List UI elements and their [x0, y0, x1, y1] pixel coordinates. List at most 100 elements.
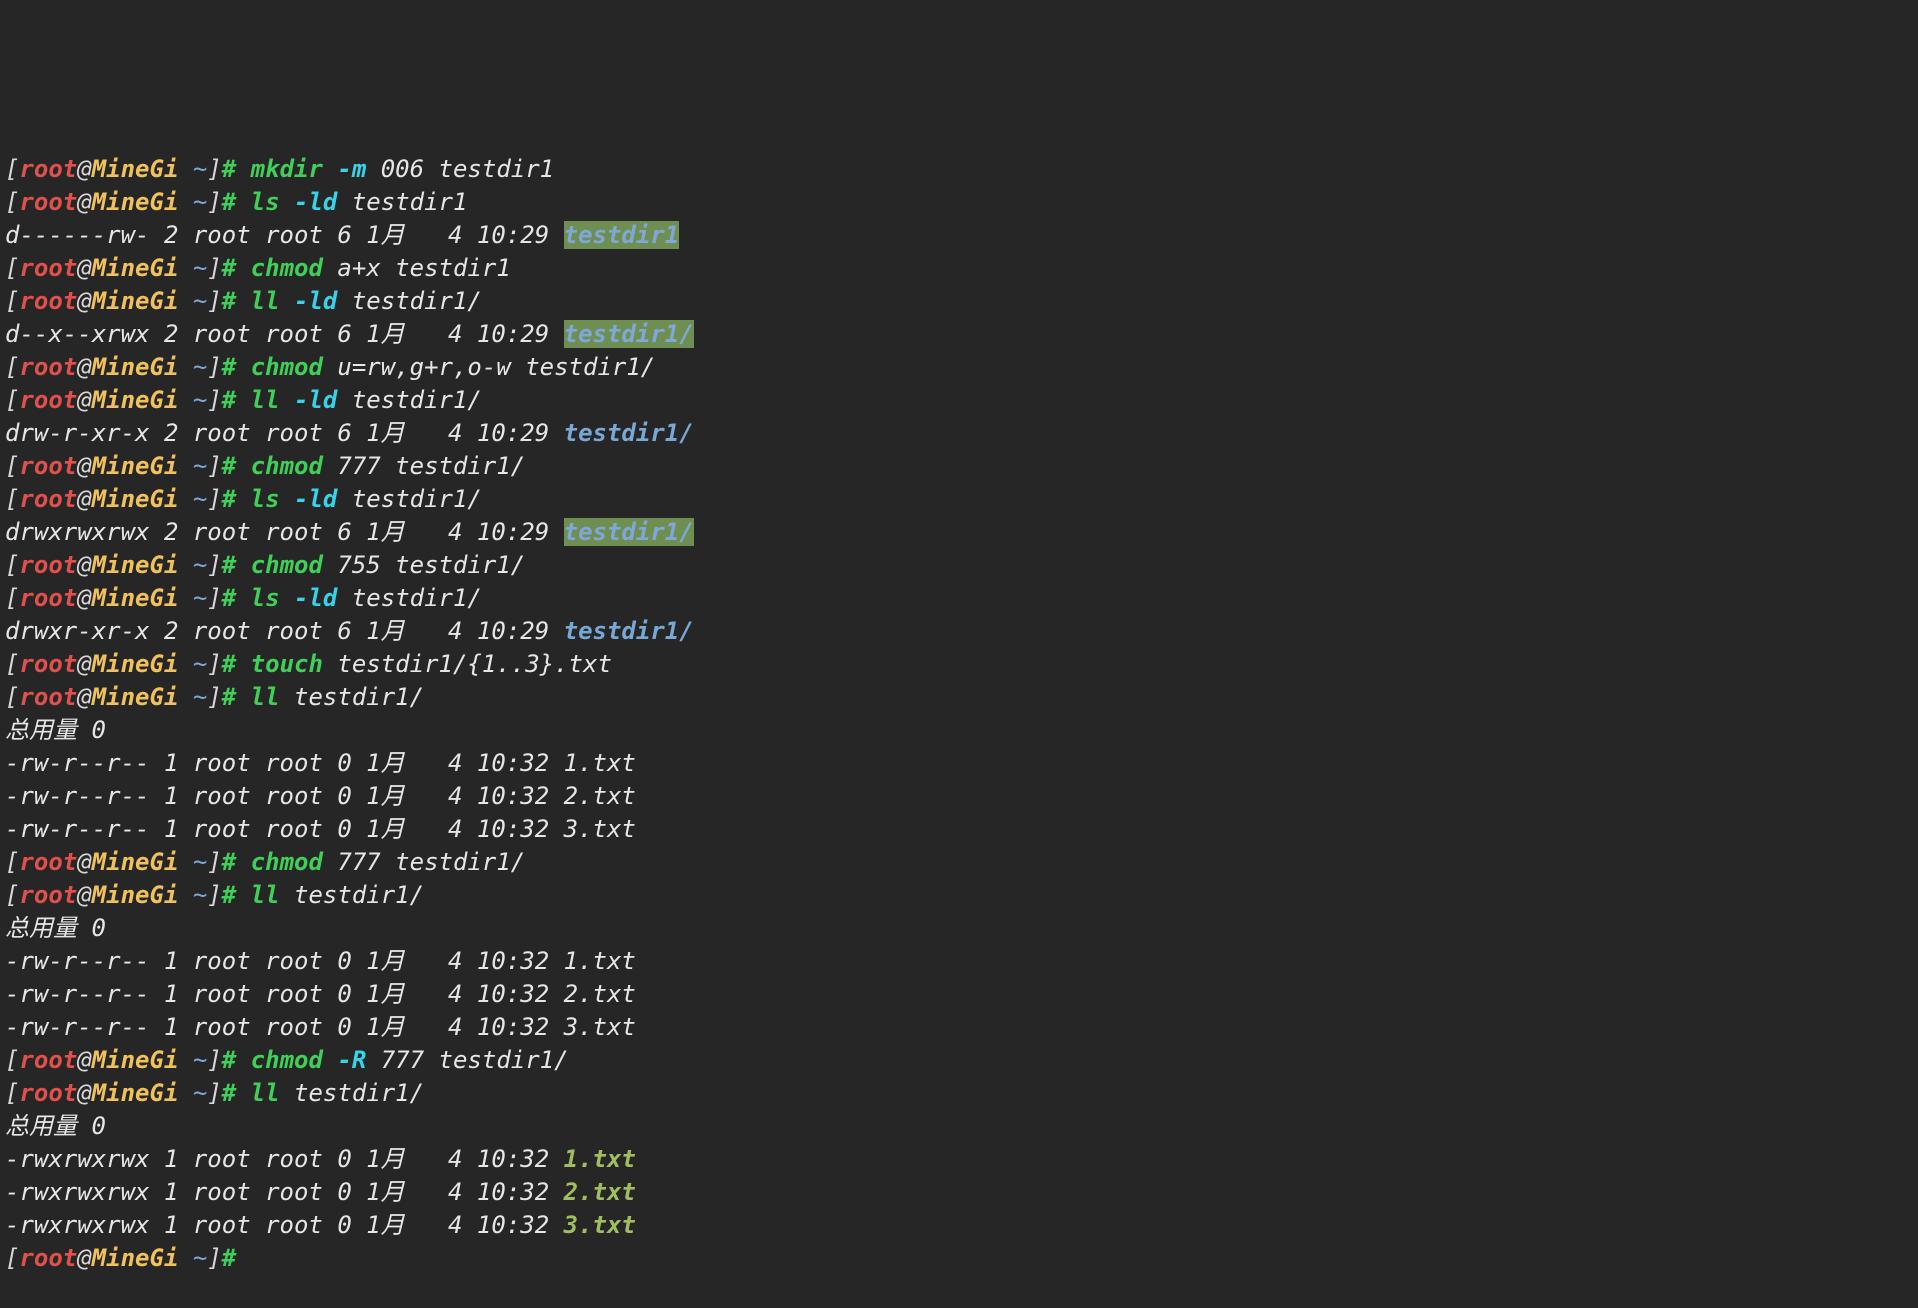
- prompt-at: @: [77, 650, 92, 678]
- prompt-open-bracket: [: [5, 1079, 20, 1107]
- prompt-at: @: [77, 1046, 92, 1074]
- prompt-open-bracket: [: [5, 551, 20, 579]
- command-name: chmod: [250, 551, 323, 579]
- prompt-user: root: [19, 452, 78, 480]
- prompt-host: MineGi: [91, 188, 179, 216]
- prompt-at: @: [77, 452, 92, 480]
- prompt-user: root: [19, 287, 78, 315]
- output-line: 总用量 0: [5, 1110, 1905, 1143]
- prompt-path: ~: [178, 452, 208, 480]
- prompt-user: root: [19, 188, 78, 216]
- prompt-host: MineGi: [91, 485, 179, 513]
- prompt-user: root: [19, 485, 78, 513]
- command-name: chmod: [250, 1046, 323, 1074]
- command-option: -R: [337, 1046, 367, 1074]
- prompt-user: root: [19, 881, 78, 909]
- prompt-at: @: [77, 353, 92, 381]
- prompt-user: root: [19, 1244, 78, 1272]
- prompt-at: @: [77, 386, 92, 414]
- output-text: d--x--xrwx 2 root root 6 1月 4 10:29: [5, 320, 564, 348]
- prompt-user: root: [19, 254, 78, 282]
- output-line: -rwxrwxrwx 1 root root 0 1月 4 10:32 3.tx…: [5, 1209, 1905, 1242]
- prompt-open-bracket: [: [5, 452, 20, 480]
- command-name: chmod: [250, 452, 323, 480]
- file-name: 1.txt: [563, 1145, 636, 1173]
- prompt-host: MineGi: [91, 1046, 179, 1074]
- prompt-at: @: [77, 848, 92, 876]
- prompt-path: ~: [178, 1046, 208, 1074]
- prompt-close-bracket: ]: [207, 188, 222, 216]
- prompt-symbol: #: [221, 683, 237, 711]
- command-line: [root@MineGi ~]# chmod 777 testdir1/: [5, 846, 1905, 879]
- prompt-path: ~: [178, 551, 208, 579]
- prompt-close-bracket: ]: [207, 155, 222, 183]
- terminal-output[interactable]: [root@MineGi ~]# [root@MineGi ~]# mkdir …: [5, 0, 1905, 1308]
- command-args: 755 testdir1/: [322, 551, 526, 579]
- prompt-symbol: #: [221, 881, 237, 909]
- output-text: drw-r-xr-x 2 root root 6 1月 4 10:29: [5, 419, 564, 447]
- command-line: [root@MineGi ~]# chmod -R 777 testdir1/: [5, 1044, 1905, 1077]
- prompt-path: ~: [178, 485, 208, 513]
- prompt-open-bracket: [: [5, 287, 20, 315]
- command-line: [root@MineGi ~]# chmod 755 testdir1/: [5, 549, 1905, 582]
- output-text: -rwxrwxrwx 1 root root 0 1月 4 10:32: [5, 1178, 564, 1206]
- command-name: ll: [250, 683, 280, 711]
- command-line: [root@MineGi ~]# chmod u=rw,g+r,o-w test…: [5, 351, 1905, 384]
- output-text: d------rw- 2 root root 6 1月 4 10:29: [5, 221, 564, 249]
- output-text: -rwxrwxrwx 1 root root 0 1月 4 10:32: [5, 1145, 564, 1173]
- prompt-host: MineGi: [91, 386, 179, 414]
- prompt-user: root: [19, 1079, 78, 1107]
- prompt-close-bracket: ]: [207, 551, 222, 579]
- prompt-host: MineGi: [91, 551, 179, 579]
- command-name: ll: [250, 386, 280, 414]
- command-line: [root@MineGi ~]# touch testdir1/{1..3}.t…: [5, 648, 1905, 681]
- command-name: chmod: [250, 353, 323, 381]
- prompt-close-bracket: ]: [207, 353, 222, 381]
- command-args: testdir1/: [279, 881, 425, 909]
- command-option: -ld: [294, 188, 338, 216]
- command-args: u=rw,g+r,o-w testdir1/: [322, 353, 656, 381]
- output-line: d--x--xrwx 2 root root 6 1月 4 10:29 test…: [5, 318, 1905, 351]
- prompt-symbol: #: [221, 584, 237, 612]
- prompt-user: root: [19, 386, 78, 414]
- prompt-symbol: #: [221, 485, 237, 513]
- prompt-host: MineGi: [91, 584, 179, 612]
- prompt-close-bracket: ]: [207, 584, 222, 612]
- prompt-user: root: [19, 584, 78, 612]
- output-line: -rw-r--r-- 1 root root 0 1月 4 10:32 1.tx…: [5, 747, 1905, 780]
- command-args: 777 testdir1/: [366, 1046, 569, 1074]
- file-name: 1.txt: [563, 947, 636, 975]
- prompt-symbol: #: [221, 386, 237, 414]
- command-args: testdir1/: [279, 1079, 425, 1107]
- output-line: 总用量 0: [5, 912, 1905, 945]
- output-text: -rw-r--r-- 1 root root 0 1月 4 10:32: [5, 980, 564, 1008]
- command-line: [root@MineGi ~]# ll testdir1/: [5, 1077, 1905, 1110]
- prompt-host: MineGi: [91, 254, 179, 282]
- prompt-symbol: #: [221, 1079, 237, 1107]
- prompt-host: MineGi: [91, 287, 179, 315]
- prompt-close-bracket: ]: [207, 848, 222, 876]
- command-name: chmod: [250, 848, 323, 876]
- file-name: 1.txt: [563, 749, 636, 777]
- prompt-close-bracket: ]: [207, 254, 222, 282]
- prompt-open-bracket: [: [5, 1244, 20, 1272]
- file-name: 3.txt: [563, 1211, 636, 1239]
- command-line: [root@MineGi ~]# ls -ld testdir1: [5, 186, 1905, 219]
- output-text: 总用量 0: [5, 914, 106, 942]
- prompt-at: @: [77, 188, 92, 216]
- output-text: 总用量 0: [5, 1112, 106, 1140]
- prompt-at: @: [77, 1244, 92, 1272]
- prompt-at: @: [77, 551, 92, 579]
- output-line: -rwxrwxrwx 1 root root 0 1月 4 10:32 1.tx…: [5, 1143, 1905, 1176]
- command-line: [root@MineGi ~]# ls -ld testdir1/: [5, 483, 1905, 516]
- prompt-at: @: [77, 254, 92, 282]
- command-line: [root@MineGi ~]#: [5, 1242, 1905, 1275]
- prompt-path: ~: [178, 254, 208, 282]
- prompt-path: ~: [178, 848, 208, 876]
- directory-name: testdir1/: [563, 320, 694, 348]
- prompt-symbol: #: [221, 353, 237, 381]
- output-text: -rw-r--r-- 1 root root 0 1月 4 10:32: [5, 815, 564, 843]
- file-name: 2.txt: [563, 782, 636, 810]
- output-line: -rw-r--r-- 1 root root 0 1月 4 10:32 1.tx…: [5, 945, 1905, 978]
- prompt-host: MineGi: [91, 452, 179, 480]
